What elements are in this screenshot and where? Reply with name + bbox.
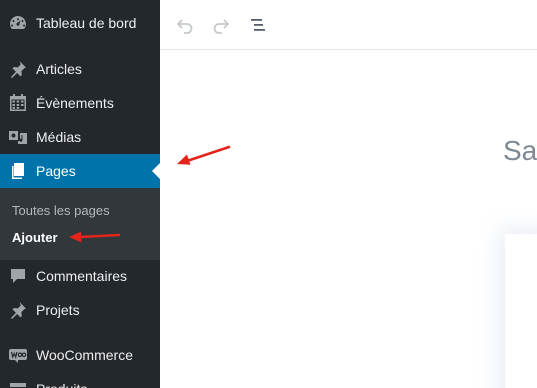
sidebar-item-commentaires[interactable]: Commentaires xyxy=(0,259,160,293)
comment-icon xyxy=(8,266,28,286)
pages-submenu: Toutes les pages Ajouter xyxy=(0,188,160,260)
editor-toolbar xyxy=(160,0,537,50)
sidebar-item-label: WooCommerce xyxy=(36,347,133,363)
dashboard-icon xyxy=(8,13,28,33)
pin-icon xyxy=(8,59,28,79)
sidebar-item-label: Évènements xyxy=(36,95,114,111)
pin-icon xyxy=(8,300,28,320)
annotation-arrow-pages xyxy=(177,145,231,165)
active-indicator xyxy=(152,163,160,179)
sidebar-item-label: Commentaires xyxy=(36,268,128,284)
admin-sidebar: Tableau de bord Articles Évènements Médi… xyxy=(0,0,160,388)
undo-icon[interactable] xyxy=(173,13,197,37)
annotation-arrow-ajouter xyxy=(69,231,121,243)
sidebar-item-evenements[interactable]: Évènements xyxy=(0,86,160,120)
pages-icon xyxy=(8,161,28,181)
sidebar-item-dashboard[interactable]: Tableau de bord xyxy=(0,6,160,40)
sidebar-item-label: Produits xyxy=(36,380,87,388)
sidebar-item-label: Tableau de bord xyxy=(36,15,137,31)
media-icon xyxy=(8,127,28,147)
sidebar-item-articles[interactable]: Articles xyxy=(0,52,160,86)
sidebar-item-projets[interactable]: Projets xyxy=(0,293,160,327)
archive-icon xyxy=(8,379,28,388)
woocommerce-icon xyxy=(8,345,28,365)
sidebar-item-label: Médias xyxy=(36,129,82,145)
block-navigation-icon[interactable] xyxy=(246,13,270,37)
page-title-field[interactable]: Sa xyxy=(503,135,537,167)
sidebar-item-woocommerce[interactable]: WooCommerce xyxy=(0,338,160,372)
sidebar-item-produits[interactable]: Produits xyxy=(0,372,160,388)
sidebar-item-label: Articles xyxy=(36,61,82,77)
sidebar-item-medias[interactable]: Médias xyxy=(0,120,160,154)
calendar-icon xyxy=(8,93,28,113)
submenu-item-toutes-les-pages[interactable]: Toutes les pages xyxy=(12,203,110,218)
sidebar-item-pages[interactable]: Pages xyxy=(0,154,160,188)
content-block[interactable] xyxy=(505,234,537,388)
sidebar-item-label: Pages xyxy=(36,163,76,179)
sidebar-item-label: Projets xyxy=(36,302,80,318)
redo-icon[interactable] xyxy=(209,13,233,37)
submenu-item-ajouter[interactable]: Ajouter xyxy=(12,230,58,245)
